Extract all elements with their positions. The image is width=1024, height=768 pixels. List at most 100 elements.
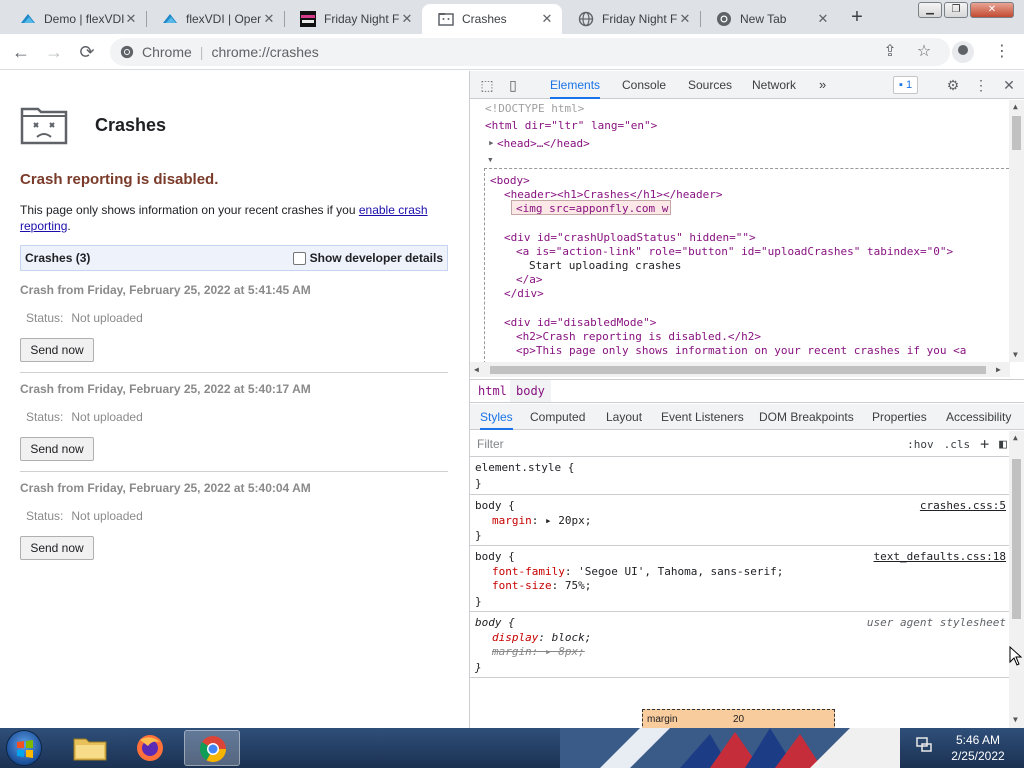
subtab-dom-breakpoints[interactable]: DOM Breakpoints	[759, 404, 854, 430]
send-now-button[interactable]: Send now	[20, 437, 94, 461]
taskbar-firefox[interactable]	[122, 730, 178, 766]
subtab-computed[interactable]: Computed	[530, 404, 585, 430]
dom-doctype[interactable]: <!DOCTYPE html>	[485, 102, 584, 116]
send-now-button[interactable]: Send now	[20, 536, 94, 560]
developer-details-toggle[interactable]: Show developer details	[292, 251, 443, 265]
taskbar-chrome[interactable]	[184, 730, 240, 766]
start-button[interactable]	[6, 730, 42, 766]
tab-network[interactable]: Network	[752, 71, 796, 99]
omnibox-url[interactable]: chrome://crashes	[211, 44, 318, 60]
dom-div-close[interactable]: </div>	[504, 287, 544, 301]
hover-state-toggle[interactable]: :hov	[907, 438, 934, 451]
network-icon[interactable]	[915, 736, 933, 754]
collapse-triangle-icon[interactable]: ▾	[487, 153, 494, 167]
close-icon[interactable]: ✕	[540, 11, 554, 27]
dom-a-node[interactable]: <a is="action-link" role="button" id="up…	[516, 245, 953, 259]
restore-button[interactable]: ❐	[944, 2, 968, 18]
scroll-right-arrow-icon[interactable]: ▶	[996, 365, 1001, 374]
scroll-down-arrow-icon[interactable]: ▼	[1013, 715, 1018, 724]
expand-triangle-icon[interactable]: ▸	[488, 136, 495, 150]
breadcrumb-html[interactable]: html	[478, 380, 507, 402]
close-devtools-icon[interactable]: ✕	[1000, 76, 1018, 94]
rule-selector[interactable]: element.style {	[475, 460, 574, 476]
settings-gear-icon[interactable]: ⚙	[944, 76, 962, 94]
tab-friday-night-2[interactable]: Friday Night F ✕	[562, 4, 700, 34]
tab-demo-flexvdi[interactable]: Demo | flexVDI ✕	[4, 4, 146, 34]
close-icon[interactable]: ✕	[262, 11, 276, 27]
window-close-button[interactable]: ✕	[970, 2, 1014, 18]
box-model-margin[interactable]: margin 20	[642, 709, 835, 728]
rule-source-link[interactable]: text_defaults.css:18	[874, 549, 1006, 565]
breadcrumb-body[interactable]: body	[510, 380, 551, 402]
dom-header-node[interactable]: <header><h1>Crashes</h1></header>	[504, 188, 723, 202]
computed-sidebar-icon[interactable]: ◧	[999, 437, 1007, 452]
forward-button[interactable]: →	[43, 41, 65, 63]
dom-head-node[interactable]: <head>…</head>	[497, 137, 590, 151]
device-toolbar-icon[interactable]: ▯	[504, 76, 522, 94]
new-tab-button[interactable]: +	[846, 7, 868, 29]
dom-h2-node[interactable]: <h2>Crash reporting is disabled.</h2>	[516, 330, 761, 344]
tab-friday-night-1[interactable]: Friday Night F ✕	[284, 4, 422, 34]
reload-button[interactable]: ⟳	[76, 41, 98, 63]
send-now-button[interactable]: Send now	[20, 338, 94, 362]
tab-flexvdi-oper[interactable]: flexVDI | Oper ✕	[146, 4, 284, 34]
minimize-button[interactable]: ▁	[918, 2, 942, 18]
taskbar-file-explorer[interactable]	[62, 730, 118, 766]
dom-horizontal-scrollbar[interactable]: ◀ ▶	[470, 362, 1010, 377]
dom-html-node[interactable]: <html dir="ltr" lang="en">	[485, 119, 657, 133]
dom-a-close[interactable]: </a>	[516, 273, 543, 287]
tab-crashes[interactable]: Crashes ✕	[422, 4, 562, 34]
back-button[interactable]: ←	[10, 41, 32, 63]
profile-avatar[interactable]	[952, 41, 974, 63]
close-icon[interactable]: ✕	[400, 11, 414, 27]
styles-vertical-scrollbar[interactable]: ▲ ▼	[1009, 431, 1024, 728]
dom-text-node[interactable]: Start uploading crashes	[529, 259, 681, 273]
subtab-styles[interactable]: Styles	[480, 404, 513, 430]
class-toggle[interactable]: .cls	[944, 438, 971, 451]
subtab-properties[interactable]: Properties	[872, 404, 927, 430]
box-model-value[interactable]: 20	[733, 714, 744, 725]
scroll-up-arrow-icon[interactable]: ▲	[1013, 433, 1018, 442]
dom-img-node[interactable]: <img src=apponfly.com w	[516, 202, 668, 216]
new-rule-button[interactable]: +	[980, 435, 989, 453]
menu-kebab-icon[interactable]: ⋮	[992, 42, 1012, 62]
scroll-down-arrow-icon[interactable]: ▼	[1013, 350, 1018, 359]
subtab-accessibility[interactable]: Accessibility	[946, 404, 1011, 430]
tab-elements[interactable]: Elements	[550, 71, 601, 99]
dom-div-upload-status[interactable]: <div id="crashUploadStatus" hidden="">	[504, 231, 756, 245]
style-property[interactable]: font-size: 75%;	[492, 578, 591, 594]
tab-new-tab[interactable]: New Tab ✕	[700, 4, 838, 34]
subtab-layout[interactable]: Layout	[606, 404, 642, 430]
issues-badge[interactable]: ▪ 1	[893, 76, 919, 94]
devtools-menu-icon[interactable]: ⋮	[972, 76, 990, 94]
developer-details-checkbox[interactable]	[292, 251, 306, 265]
style-property[interactable]: margin: ▸ 20px;	[492, 513, 591, 529]
rule-selector[interactable]: body {	[475, 615, 515, 631]
scrollbar-thumb[interactable]	[1012, 459, 1021, 619]
rule-selector[interactable]: body {	[475, 549, 515, 565]
share-icon[interactable]: ⇪	[880, 42, 900, 62]
inspect-element-icon[interactable]: ⬚	[478, 76, 496, 94]
styles-filter-input[interactable]: Filter	[477, 437, 504, 451]
dom-body-node[interactable]: <body>	[490, 174, 530, 188]
overridden-style-property[interactable]: margin: ▸ 8px;	[492, 644, 585, 660]
omnibox[interactable]: Chrome | chrome://crashes	[110, 38, 950, 66]
close-icon[interactable]: ✕	[816, 11, 830, 27]
scrollbar-thumb[interactable]	[1012, 116, 1021, 150]
dom-vertical-scrollbar[interactable]: ▲ ▼	[1009, 100, 1024, 362]
tab-console[interactable]: Console	[622, 71, 666, 99]
rule-selector[interactable]: body {	[475, 498, 515, 514]
close-icon[interactable]: ✕	[678, 11, 692, 27]
scroll-left-arrow-icon[interactable]: ◀	[474, 365, 479, 374]
more-tabs-button[interactable]: »	[819, 71, 826, 99]
bookmark-star-icon[interactable]: ☆	[914, 42, 934, 62]
close-icon[interactable]: ✕	[124, 11, 138, 27]
tab-sources[interactable]: Sources	[688, 71, 732, 99]
scrollbar-thumb[interactable]	[490, 366, 986, 374]
scroll-up-arrow-icon[interactable]: ▲	[1013, 102, 1018, 111]
subtab-event-listeners[interactable]: Event Listeners	[661, 404, 744, 430]
dom-p-node[interactable]: <p>This page only shows information on y…	[516, 344, 966, 358]
system-clock[interactable]: 5:46 AM 2/25/2022	[942, 732, 1014, 764]
rule-source-link[interactable]: crashes.css:5	[920, 498, 1006, 514]
dom-div-disabled-mode[interactable]: <div id="disabledMode">	[504, 316, 656, 330]
